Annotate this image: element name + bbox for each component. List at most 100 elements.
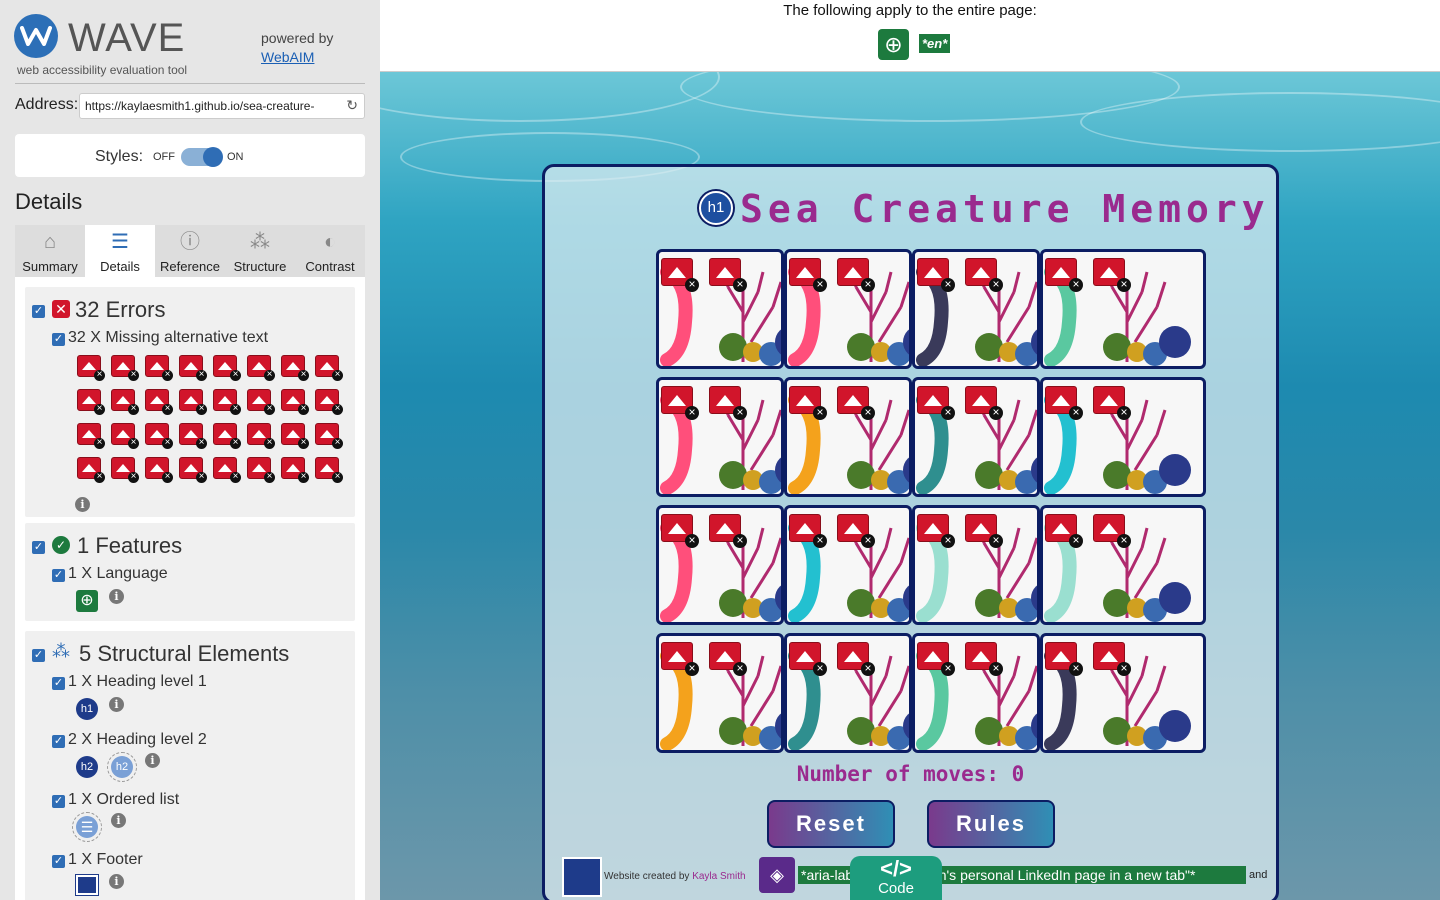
- memory-card[interactable]: [784, 377, 912, 497]
- memory-card[interactable]: [656, 505, 784, 625]
- missing-alt-error-icon[interactable]: [661, 258, 699, 292]
- missing-alt-error-icon[interactable]: [837, 258, 875, 292]
- missing-alt-error-icon[interactable]: [1045, 642, 1083, 676]
- missing-alt-error-icon[interactable]: [1045, 258, 1083, 292]
- missing-alt-error-icon[interactable]: [281, 457, 309, 483]
- styles-toggle[interactable]: [181, 147, 223, 167]
- memory-card[interactable]: [912, 377, 1040, 497]
- address-input[interactable]: https://kaylaesmith1.github.io/sea-creat…: [79, 93, 365, 119]
- missing-alt-error-icon[interactable]: [111, 423, 139, 449]
- ordered-list-checkbox[interactable]: ✓: [52, 795, 65, 808]
- info-icon[interactable]: i: [111, 813, 126, 828]
- memory-card[interactable]: [656, 249, 784, 369]
- missing-alt-error-icon[interactable]: [145, 355, 173, 381]
- missing-alt-error-icon[interactable]: [917, 258, 955, 292]
- footer-icon[interactable]: [75, 874, 99, 896]
- missing-alt-error-icon[interactable]: [77, 389, 105, 415]
- missing-alt-error-icon[interactable]: [247, 457, 275, 483]
- memory-card[interactable]: [1040, 505, 1206, 625]
- missing-alt-error-icon[interactable]: [917, 386, 955, 420]
- missing-alt-error-icon[interactable]: [315, 355, 343, 381]
- structure-checkbox[interactable]: ✓: [32, 649, 45, 662]
- language-badge[interactable]: *en*: [919, 34, 951, 53]
- missing-alt-error-icon[interactable]: [1093, 642, 1131, 676]
- missing-alt-error-icon[interactable]: [111, 355, 139, 381]
- tab-reference[interactable]: ⓘ Reference: [155, 225, 225, 277]
- missing-alt-error-icon[interactable]: [709, 258, 747, 292]
- ordered-list-icon[interactable]: ☰: [72, 812, 102, 842]
- memory-card[interactable]: [1040, 633, 1206, 753]
- missing-alt-error-icon[interactable]: [281, 355, 309, 381]
- missing-alt-error-icon[interactable]: [315, 457, 343, 483]
- missing-alt-error-icon[interactable]: [179, 457, 207, 483]
- missing-alt-error-icon[interactable]: [179, 389, 207, 415]
- tab-contrast[interactable]: ◐ Contrast: [295, 225, 365, 277]
- h2-badge-icon[interactable]: h2: [76, 756, 98, 778]
- reset-button[interactable]: Reset: [767, 800, 895, 848]
- missing-alt-error-icon[interactable]: [111, 457, 139, 483]
- missing-alt-checkbox[interactable]: ✓: [52, 333, 65, 346]
- missing-alt-error-icon[interactable]: [1045, 386, 1083, 420]
- tab-details[interactable]: ☰ Details: [85, 225, 155, 277]
- language-checkbox[interactable]: ✓: [52, 569, 65, 582]
- memory-card[interactable]: [784, 633, 912, 753]
- missing-alt-error-icon[interactable]: [709, 642, 747, 676]
- info-icon[interactable]: i: [109, 697, 124, 712]
- missing-alt-error-icon[interactable]: [179, 423, 207, 449]
- footer-structure-icon[interactable]: [562, 857, 602, 897]
- missing-alt-error-icon[interactable]: [837, 514, 875, 548]
- missing-alt-error-icon[interactable]: [661, 642, 699, 676]
- memory-card[interactable]: [1040, 377, 1206, 497]
- missing-alt-error-icon[interactable]: [1093, 386, 1131, 420]
- missing-alt-error-icon[interactable]: [709, 514, 747, 548]
- missing-alt-error-icon[interactable]: [1093, 258, 1131, 292]
- missing-alt-error-icon[interactable]: [965, 514, 1003, 548]
- h1-badge-icon[interactable]: h1: [76, 698, 98, 720]
- missing-alt-error-icon[interactable]: [145, 389, 173, 415]
- heading1-checkbox[interactable]: ✓: [52, 677, 65, 690]
- missing-alt-error-icon[interactable]: [213, 355, 241, 381]
- missing-alt-error-icon[interactable]: [179, 355, 207, 381]
- info-icon[interactable]: i: [145, 753, 160, 768]
- missing-alt-error-icon[interactable]: [917, 642, 955, 676]
- missing-alt-error-icon[interactable]: [213, 389, 241, 415]
- missing-alt-error-icon[interactable]: [247, 355, 275, 381]
- missing-alt-error-icon[interactable]: [837, 386, 875, 420]
- h1-badge-icon[interactable]: h1: [699, 191, 733, 225]
- missing-alt-error-icon[interactable]: [789, 642, 827, 676]
- missing-alt-error-icon[interactable]: [247, 423, 275, 449]
- missing-alt-error-icon[interactable]: [145, 423, 173, 449]
- missing-alt-error-icon[interactable]: [281, 389, 309, 415]
- missing-alt-error-icon[interactable]: [837, 642, 875, 676]
- missing-alt-error-icon[interactable]: [789, 514, 827, 548]
- missing-alt-error-icon[interactable]: [281, 423, 309, 449]
- info-icon[interactable]: i: [109, 874, 124, 889]
- missing-alt-error-icon[interactable]: [213, 423, 241, 449]
- missing-alt-error-icon[interactable]: [789, 258, 827, 292]
- missing-alt-error-icon[interactable]: [1093, 514, 1131, 548]
- heading2-checkbox[interactable]: ✓: [52, 735, 65, 748]
- language-globe-icon[interactable]: ⊕: [878, 29, 909, 60]
- aria-tag-icon[interactable]: ◈: [759, 857, 795, 893]
- language-globe-icon[interactable]: ⊕: [76, 590, 98, 612]
- missing-alt-error-icon[interactable]: [709, 386, 747, 420]
- missing-alt-error-icon[interactable]: [661, 514, 699, 548]
- reload-icon[interactable]: ↻: [346, 97, 358, 114]
- info-icon[interactable]: i: [75, 497, 90, 512]
- webaim-link[interactable]: WebAIM: [261, 48, 333, 67]
- missing-alt-error-icon[interactable]: [77, 457, 105, 483]
- memory-card[interactable]: [784, 505, 912, 625]
- missing-alt-error-icon[interactable]: [111, 389, 139, 415]
- code-button[interactable]: </> Code: [850, 856, 942, 900]
- rules-button[interactable]: Rules: [927, 800, 1055, 848]
- missing-alt-error-icon[interactable]: [77, 355, 105, 381]
- tab-structure[interactable]: ⁂ Structure: [225, 225, 295, 277]
- tab-summary[interactable]: ⌂ Summary: [15, 225, 85, 277]
- missing-alt-error-icon[interactable]: [315, 423, 343, 449]
- info-icon[interactable]: i: [109, 589, 124, 604]
- memory-card[interactable]: [912, 249, 1040, 369]
- missing-alt-error-icon[interactable]: [1045, 514, 1083, 548]
- h2-badge-icon[interactable]: h2: [107, 752, 137, 782]
- missing-alt-error-icon[interactable]: [247, 389, 275, 415]
- footer-author[interactable]: Kayla Smith: [692, 871, 745, 882]
